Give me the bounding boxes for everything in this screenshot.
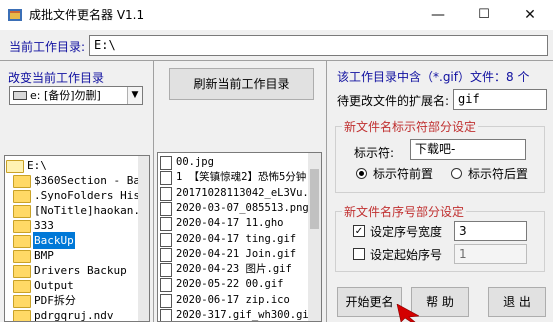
current-dir-label: 当前工作目录: [9,40,86,54]
extension-label: 待更改文件的扩展名: [337,94,450,108]
file-icon [160,171,172,186]
drive-select-value: e: [备份]勿删] [30,89,101,102]
file-list-item-label: 2020-04-17 11.gho [176,217,284,230]
file-icon [160,156,172,170]
file-icon [160,263,172,278]
file-list-scrollbar[interactable] [308,153,321,321]
seq-start-checkbox[interactable] [353,248,365,260]
file-list-item[interactable]: 2020-03-07_085513.png [160,200,309,216]
folder-tree-scrollbar[interactable] [138,156,149,321]
file-list-item-label: 2020-04-17 ting.gif [176,232,297,245]
seq-width-input[interactable]: 3 [454,221,527,241]
file-list-item-label: 20171028113042_eL3Vu.png [176,186,322,199]
radio-marker-front-label[interactable]: 标示符前置 [373,165,433,182]
top-divider [0,60,553,61]
file-list-item[interactable]: 2020-04-23 图片.gif [160,261,306,278]
file-list-item-label: 1 【笑镇惊魂2】恐怖5分钟 [176,171,307,184]
right-divider [326,60,327,322]
chevron-down-icon[interactable]: ▼ [127,87,142,104]
sequence-group-title: 新文件名序号部分设定 [342,203,467,220]
start-rename-button[interactable]: 开始更名 [337,287,402,317]
minimize-button[interactable]: — [415,0,461,30]
folder-icon [13,310,31,321]
file-list-item[interactable]: 2020-04-17 11.gho [160,215,306,232]
file-list-item[interactable]: 2020-05-22 00.gif [160,276,306,293]
file-icon [160,278,172,293]
file-list-item-label: 2020-317.gif_wh300.gif [176,309,316,321]
file-list-item-label: 00.jpg [176,156,214,168]
file-icon [160,247,172,262]
help-button[interactable]: 帮 助 [411,287,469,317]
file-list-item[interactable]: 00.jpg [160,154,306,170]
exit-button[interactable]: 退 出 [488,287,546,317]
marker-input[interactable]: 下载吧- [410,139,526,160]
file-list-item[interactable]: 20171028113042_eL3Vu.png [160,185,321,201]
seq-start-label[interactable]: 设定起始序号 [370,246,442,263]
file-list-item-label: 2020-04-23 图片.gif [176,263,292,276]
file-list[interactable]: 00.jpg 1 【笑镇惊魂2】恐怖5分钟 20171028113042_eL3Vu… [157,152,322,322]
file-icon [160,293,172,308]
marker-group-title: 新文件名标示符部分设定 [342,118,479,135]
left-divider [153,60,154,322]
file-list-item-label: 2020-05-22 00.gif [176,278,284,291]
seq-start-input[interactable]: 1 [454,244,527,264]
file-icon [160,217,172,232]
title-bar: 成批文件更名器 V1.1 — ☐ ✕ [0,0,553,30]
close-button[interactable]: ✕ [507,0,553,30]
file-list-item[interactable]: 2020-04-17 ting.gif [160,231,306,247]
file-icon [160,232,172,247]
seq-width-label[interactable]: 设定序号宽度 [370,223,442,240]
app-icon [8,9,22,21]
file-icon [160,309,172,321]
file-count-text: 该工作目录中含（*.gif）文件：8 个 [337,70,530,84]
file-list-item-label: 2020-06-17 zip.ico [176,293,290,306]
radio-marker-back[interactable] [451,168,462,179]
window-title: 成批文件更名器 V1.1 [29,8,145,22]
file-list-item[interactable]: 2020-06-17 zip.ico [160,292,306,308]
file-icon [160,201,172,216]
current-dir-field[interactable]: E:\ [89,35,548,56]
file-list-item[interactable]: 2020-04-21 Join.gif [160,246,306,262]
folder-tree-item[interactable]: pdrgqruj.ndv [5,307,137,322]
pointer-arrow-icon [396,304,419,322]
maximize-button[interactable]: ☐ [461,0,507,30]
file-list-item-label: 2020-03-07_085513.png [176,201,309,214]
folder-tree-item-label: pdrgqruj.ndv [34,309,114,322]
file-list-item[interactable]: 1 【笑镇惊魂2】恐怖5分钟 [160,169,307,186]
radio-marker-back-label[interactable]: 标示符后置 [468,165,528,182]
seq-width-checkbox[interactable]: ✓ [353,225,365,237]
file-list-item[interactable]: 2020-317.gif_wh300.gif [160,307,315,321]
radio-marker-front[interactable] [356,168,367,179]
change-dir-label: 改变当前工作目录 [8,71,105,85]
extension-input[interactable]: gif [453,89,547,110]
drive-select[interactable]: e: [备份]勿删] ▼ [9,86,143,105]
file-icon [160,186,172,201]
folder-tree[interactable]: E:\$360Section - Backup.SynoFolders Hist… [4,155,150,322]
refresh-dir-button[interactable]: 刷新当前工作目录 [169,68,314,100]
file-list-item-label: 2020-04-21 Join.gif [176,247,297,260]
marker-label: 标示符: [354,146,395,160]
drive-icon [13,91,27,100]
